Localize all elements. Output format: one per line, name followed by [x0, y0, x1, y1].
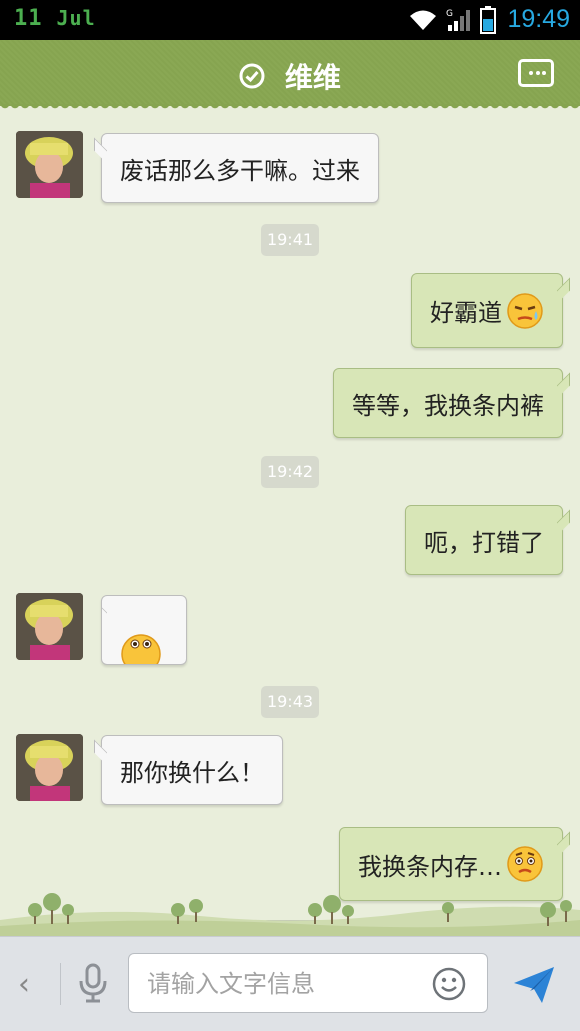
timestamp: 19:42 [261, 456, 319, 488]
divider [60, 963, 61, 1005]
message-text: 我换条内存… [358, 852, 502, 881]
message-bubble[interactable]: 那你换什么！ [101, 735, 283, 805]
contact-name: 维维 [284, 61, 341, 94]
microphone-icon [79, 963, 107, 1003]
message-text: 呃，打错了 [424, 528, 544, 557]
avatar[interactable] [16, 734, 83, 801]
status-time: 19:49 [507, 5, 570, 33]
timestamp: 19:41 [261, 224, 319, 256]
message-text: 废话那么多干嘛。过来 [120, 156, 360, 185]
battery-icon [480, 6, 496, 34]
message-bubble[interactable]: 好霸道 [411, 273, 563, 348]
avatar-image [16, 131, 83, 198]
signal-icon: G [446, 9, 470, 31]
wifi-icon [410, 10, 436, 30]
input-bar: ‹ [0, 936, 580, 1031]
message-bubble[interactable]: 呃，打错了 [405, 505, 563, 575]
status-bar: 11 Jul G 19:49 [0, 0, 580, 40]
avatar[interactable] [16, 593, 83, 660]
chevron-left-icon[interactable]: ‹ [18, 967, 30, 1002]
message-input[interactable] [147, 966, 427, 1002]
voice-input-button[interactable] [76, 963, 110, 1007]
awkward-face-emoji [507, 846, 543, 882]
avatar-image [16, 734, 83, 801]
check-circle-icon [239, 63, 265, 89]
landscape-decoration [0, 893, 580, 936]
message-bubble[interactable]: 等等，我换条内裤 [333, 368, 563, 438]
more-menu-button[interactable] [518, 59, 554, 87]
status-icons: G [408, 6, 496, 34]
chat-header: 维维 [0, 40, 580, 112]
message-input-box[interactable] [128, 953, 488, 1013]
message-text: 那你换什么！ [120, 758, 264, 787]
svg-text:G: G [446, 9, 453, 19]
message-bubble[interactable] [101, 595, 187, 665]
message-text: 好霸道 [430, 299, 502, 327]
avatar-image [16, 593, 83, 660]
message-text: 等等，我换条内裤 [352, 391, 544, 420]
timestamp: 19:43 [261, 686, 319, 718]
status-day: 11 [14, 6, 43, 31]
avatar[interactable] [16, 131, 83, 198]
header-title-group: 维维 [0, 56, 580, 96]
sweat-face-emoji [507, 292, 543, 329]
message-bubble[interactable]: 废话那么多干嘛。过来 [101, 133, 379, 203]
peek-face-emoji [121, 634, 161, 664]
send-button[interactable] [512, 965, 556, 1009]
send-icon [514, 967, 554, 1003]
status-date: 11 Jul [14, 6, 96, 31]
emoji-button[interactable] [431, 966, 467, 1006]
status-month: Jul [56, 6, 96, 30]
message-list[interactable]: 废话那么多干嘛。过来 19:41 好霸道 等等，我换条内裤 19:42 呃，打错… [0, 106, 580, 936]
smiley-icon [432, 967, 466, 1001]
